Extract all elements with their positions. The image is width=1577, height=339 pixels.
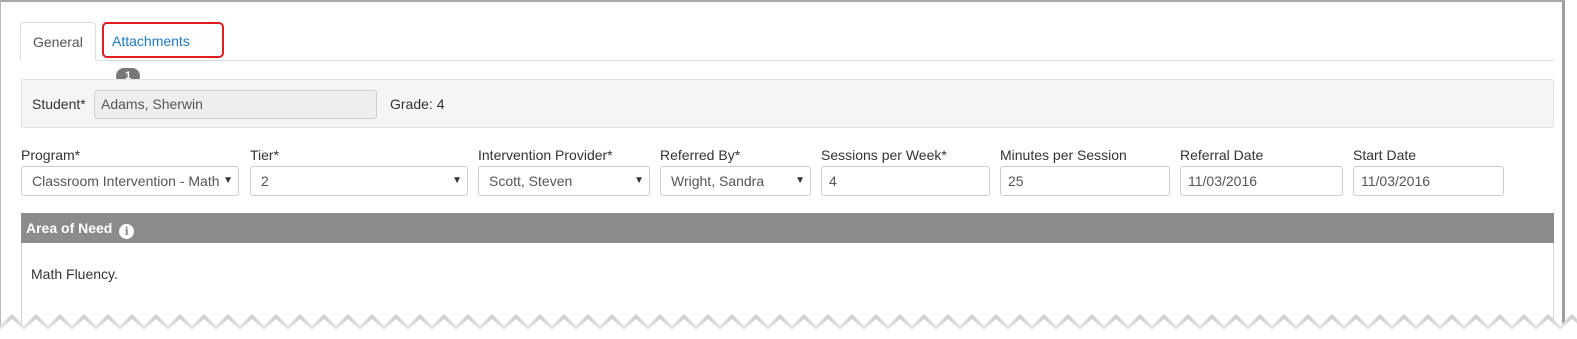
tier-label: Tier* [250, 147, 280, 163]
tier-select[interactable]: 2 ▼ [250, 166, 468, 196]
provider-label: Intervention Provider* [478, 147, 613, 163]
referred-by-label: Referred By* [660, 147, 741, 163]
referral-date-input[interactable]: 11/03/2016 [1180, 166, 1343, 196]
minutes-input[interactable]: 25 [1000, 166, 1170, 196]
tab-bar: General Attachments1 [20, 20, 1554, 84]
area-of-need-title: Area of Need [26, 220, 113, 236]
minutes-field-group: Minutes per Session 25 [1000, 146, 1170, 196]
area-of-need-header: Area of Need i [21, 213, 1554, 243]
program-select[interactable]: Classroom Intervention - Math ▼ [21, 166, 239, 196]
torn-edge [0, 314, 1577, 339]
referred-by-select[interactable]: Wright, Sandra ▼ [660, 166, 811, 196]
student-field[interactable]: Adams, Sherwin [94, 90, 377, 119]
referral-date-field-group: Referral Date 11/03/2016 [1180, 146, 1343, 196]
program-value: Classroom Intervention - Math [32, 173, 220, 189]
referral-date-label: Referral Date [1180, 147, 1264, 163]
tab-attachments-label: Attachments [112, 33, 190, 49]
tier-value: 2 [261, 173, 269, 189]
student-panel: Student* Adams, Sherwin Grade: 4 [21, 79, 1554, 128]
program-label: Program* [21, 147, 81, 163]
tier-field-group: Tier* 2 ▼ [250, 146, 468, 196]
tab-general[interactable]: General [20, 22, 96, 61]
sessions-field-group: Sessions per Week* 4 [821, 146, 990, 196]
start-date-input[interactable]: 11/03/2016 [1353, 166, 1504, 196]
provider-value: Scott, Steven [489, 173, 573, 189]
sessions-label: Sessions per Week* [821, 147, 947, 163]
program-field-group: Program* Classroom Intervention - Math ▼ [21, 146, 239, 196]
start-date-field-group: Start Date 11/03/2016 [1353, 146, 1504, 196]
provider-field-group: Intervention Provider* Scott, Steven ▼ [478, 146, 650, 196]
provider-select[interactable]: Scott, Steven ▼ [478, 166, 650, 196]
start-date-label: Start Date [1353, 147, 1417, 163]
caret-down-icon: ▼ [223, 175, 233, 186]
area-of-need-text: Math Fluency. [31, 266, 118, 282]
tab-attachments[interactable]: Attachments1 [102, 22, 224, 84]
caret-down-icon: ▼ [634, 175, 644, 186]
referred-by-field-group: Referred By* Wright, Sandra ▼ [660, 146, 811, 196]
grade-text: Grade: 4 [390, 96, 445, 112]
caret-down-icon: ▼ [452, 175, 462, 186]
referred-by-value: Wright, Sandra [671, 173, 765, 189]
caret-down-icon: ▼ [795, 175, 805, 186]
sessions-input[interactable]: 4 [821, 166, 990, 196]
student-label: Student* [32, 96, 86, 112]
info-icon[interactable]: i [119, 224, 135, 239]
minutes-label: Minutes per Session [1000, 147, 1127, 163]
